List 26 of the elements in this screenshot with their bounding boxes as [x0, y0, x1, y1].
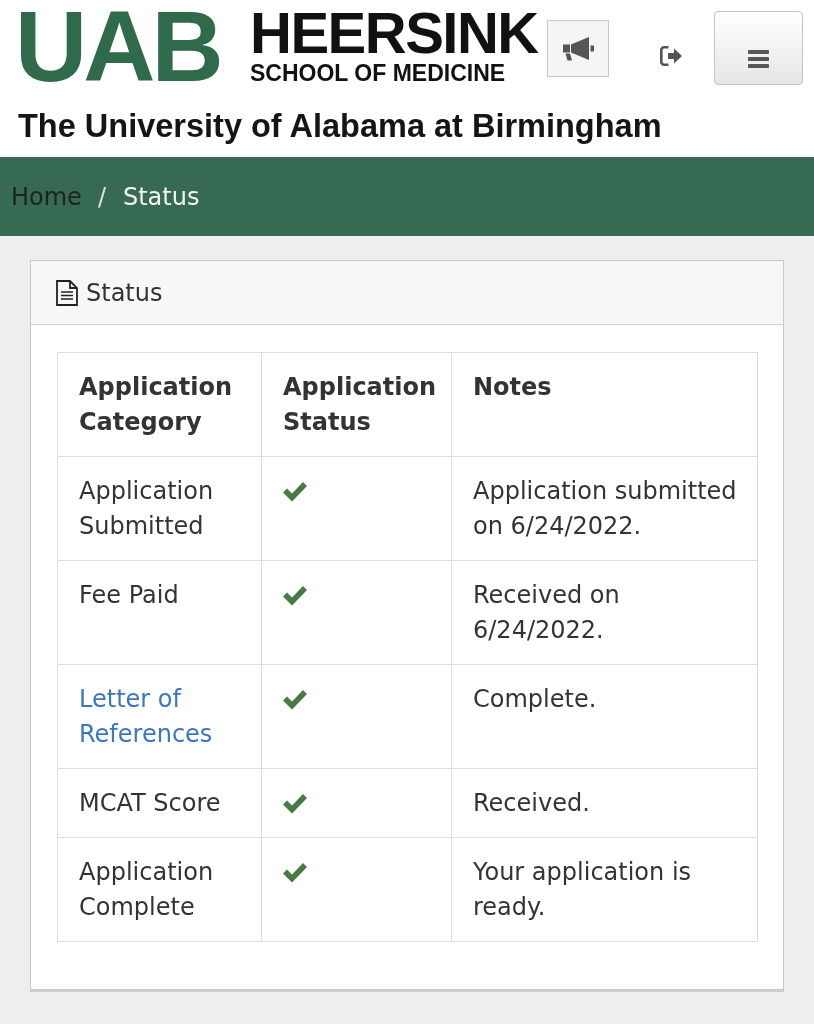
panel-title: Status	[86, 277, 163, 308]
table-cell: Application Complete	[57, 837, 262, 942]
university-name: The University of Alabama at Birmingham	[18, 107, 662, 146]
menu-icon	[748, 50, 769, 68]
table-cell: Complete.	[451, 664, 758, 769]
table-cell: Application submitted on 6/24/2022.	[451, 456, 758, 561]
table-cell: MCAT Score	[57, 768, 262, 838]
brand-name: HEERSINK	[250, 10, 538, 56]
column-header: Notes	[451, 352, 758, 457]
megaphone-icon	[562, 36, 594, 61]
sign-out-icon[interactable]	[660, 46, 682, 66]
breadcrumb-current: Status	[122, 181, 200, 213]
table-cell: Received on 6/24/2022.	[451, 560, 758, 665]
table-cell: Fee Paid	[57, 560, 262, 665]
table-cell: Your application is ready.	[451, 837, 758, 942]
logo-wordmark: UAB	[15, 10, 221, 82]
document-icon	[56, 279, 78, 306]
column-header: Application Category	[57, 352, 262, 457]
column-header: Application Status	[261, 352, 452, 457]
announcements-button[interactable]	[547, 20, 609, 77]
breadcrumb-separator: /	[97, 181, 106, 213]
brand-subtitle: SCHOOL OF MEDICINE	[250, 61, 506, 85]
table-cell: Application Submitted	[57, 456, 262, 561]
menu-button[interactable]	[714, 11, 803, 85]
breadcrumb-link[interactable]: Home	[11, 180, 82, 213]
table-cell: Received.	[451, 768, 758, 838]
